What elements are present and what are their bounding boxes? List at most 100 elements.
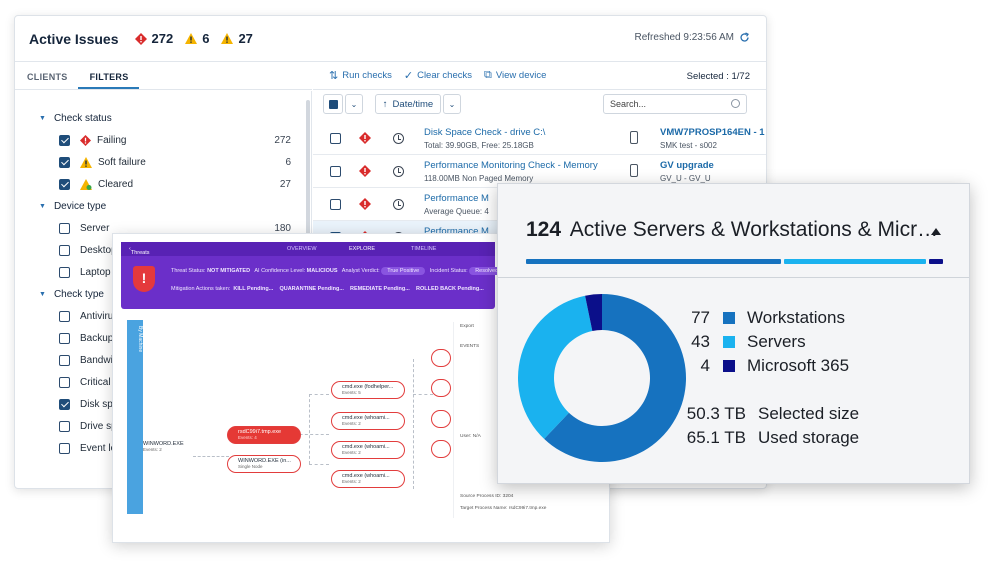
checkbox[interactable] xyxy=(59,266,70,278)
tab-explore[interactable]: EXPLORE xyxy=(349,246,375,252)
failing-count[interactable]: 272 xyxy=(134,31,174,46)
legend-value: 77 xyxy=(691,308,710,327)
checkbox[interactable] xyxy=(59,178,70,190)
filter-soft-failure[interactable]: Soft failure 6 xyxy=(59,151,291,173)
node-child[interactable] xyxy=(431,410,451,428)
action-rollback: ROLLED BACK Pending... xyxy=(415,286,484,292)
filter-label: Laptop xyxy=(80,266,111,278)
chevron-down-icon: ⌄ xyxy=(448,99,456,109)
run-icon: ⇅ xyxy=(329,70,339,82)
table-row[interactable]: Disk Space Check - drive C:\ Total: 39.90… xyxy=(313,122,766,155)
checkbox[interactable] xyxy=(59,376,70,388)
device-detail: GV_U - GV_U xyxy=(660,174,711,183)
failing-icon xyxy=(80,134,91,146)
tab-timeline[interactable]: TIMELINE xyxy=(411,246,436,252)
back-label: Threats xyxy=(130,250,150,256)
view-device-label: View device xyxy=(495,70,547,81)
row-checkbox[interactable] xyxy=(330,199,341,210)
node-cmd-4[interactable]: cmd.exe (whoami... Events: 2 xyxy=(331,470,405,488)
export-link[interactable]: Export xyxy=(460,324,474,329)
bar-segment-workstations[interactable] xyxy=(526,259,781,264)
stat-used-storage: 65.1 TB Used storage xyxy=(498,426,859,450)
checkbox[interactable] xyxy=(59,354,70,366)
clear-checks-button[interactable]: ✓ Clear checks xyxy=(404,69,472,82)
node-child[interactable] xyxy=(431,440,451,458)
node-winword-second[interactable]: WINWORD.EXE (in... Single Node xyxy=(227,455,301,473)
cleared-warning-icon xyxy=(221,33,234,44)
verdict-select[interactable]: True Positive xyxy=(381,267,426,275)
bar-segment-microsoft-365[interactable] xyxy=(928,259,943,264)
search-input[interactable]: Search... xyxy=(603,94,747,114)
action-kill: KILL Pending... xyxy=(233,286,274,292)
checkbox[interactable] xyxy=(59,222,70,234)
node-child[interactable] xyxy=(431,379,451,397)
tab-clients[interactable]: CLIENTS xyxy=(15,62,78,89)
run-checks-button[interactable]: ⇅ Run checks xyxy=(329,69,392,82)
caret-down-icon: ▼ xyxy=(39,115,46,122)
select-all-checkbox[interactable] xyxy=(323,94,343,114)
edge xyxy=(413,359,414,489)
device-name[interactable]: GV upgrade xyxy=(660,160,714,171)
checkbox[interactable] xyxy=(59,442,70,454)
stage: Active Issues 272 6 27 Refreshed 9:23:56… xyxy=(0,0,1000,562)
card-count: 124 xyxy=(526,218,562,241)
row-checkbox[interactable] xyxy=(330,166,341,177)
checkbox[interactable] xyxy=(59,420,70,432)
group-check-status[interactable]: ▼ Check status xyxy=(39,113,112,124)
check-name[interactable]: Performance M xyxy=(424,193,489,204)
status-value: NOT MITIGATED xyxy=(207,268,251,274)
device-name[interactable]: VMW7PROSP164EN - 1 xyxy=(660,127,765,138)
group-label: Device type xyxy=(53,201,107,212)
warning-icon xyxy=(185,33,198,44)
tab-filters[interactable]: FILTERS xyxy=(77,62,139,89)
collapse-icon[interactable] xyxy=(931,228,941,235)
check-name[interactable]: Performance Monitoring Check - Memory xyxy=(424,160,598,171)
back-link[interactable]: ‹ Threats xyxy=(129,246,150,256)
checkbox[interactable] xyxy=(59,244,70,256)
checkbox[interactable] xyxy=(59,398,70,410)
node-winword[interactable]: WINWORD.EXE Events: 2 xyxy=(143,441,184,452)
cleared-count[interactable]: 27 xyxy=(221,31,253,46)
selected-count: Selected : 1/72 xyxy=(686,71,750,82)
group-device-type[interactable]: ▼ Device type xyxy=(39,201,107,212)
storage-card: 124 Active Servers & Workstations & Micr… xyxy=(497,183,970,484)
row-checkbox[interactable] xyxy=(330,133,341,144)
filter-label: Event lo xyxy=(80,442,117,454)
failing-count-value: 272 xyxy=(151,31,174,46)
group-check-type[interactable]: ▼ Check type xyxy=(39,289,104,300)
sort-date-button[interactable]: ↑ Date/time xyxy=(375,94,441,114)
checkbox[interactable] xyxy=(59,134,70,146)
checkbox[interactable] xyxy=(59,310,70,322)
node-child[interactable] xyxy=(431,349,451,367)
filter-count: 272 xyxy=(274,134,291,146)
node-malicious[interactable]: rsdC99i7.tmp.exe Events: 4 xyxy=(227,426,301,444)
node-cmd-3[interactable]: cmd.exe (whoami... Events: 2 xyxy=(331,441,405,459)
bar-segment-servers[interactable] xyxy=(783,259,926,264)
node-cmd-2[interactable]: cmd.exe (whoami... Events: 2 xyxy=(331,412,405,430)
checkbox[interactable] xyxy=(59,156,70,168)
node-events: Events: 5 xyxy=(342,390,361,395)
select-menu-button[interactable]: ⌄ xyxy=(345,94,363,114)
filter-count: 6 xyxy=(285,156,291,168)
view-device-button[interactable]: ⧉ View device xyxy=(484,69,546,82)
sort-menu-button[interactable]: ⌄ xyxy=(443,94,461,114)
threat-banner: ‹ Threats OVERVIEW EXPLORE TIMELINE ! Th… xyxy=(121,242,505,309)
node-cmd-1[interactable]: cmd.exe (fodhelper... Events: 5 xyxy=(331,381,405,399)
soft-failure-count[interactable]: 6 xyxy=(185,31,209,46)
laptop-icon xyxy=(630,131,638,144)
filter-failing[interactable]: Failing 272 xyxy=(59,129,291,151)
tab-overview[interactable]: OVERVIEW xyxy=(287,246,317,252)
confidence-value: MALICIOUS xyxy=(306,268,338,274)
by-machine-tab[interactable]: By Machine xyxy=(127,320,143,514)
filter-count: 180 xyxy=(274,222,291,234)
refresh-icon[interactable] xyxy=(739,32,750,43)
checkbox[interactable] xyxy=(59,332,70,344)
threat-status-line: Threat Status: NOT MITIGATED AI Confiden… xyxy=(171,267,505,275)
check-name[interactable]: Disk Space Check - drive C:\ xyxy=(424,127,545,138)
filter-label: Bandwi xyxy=(80,354,113,366)
device-icon: ⧉ xyxy=(484,69,492,81)
select-all-indicator xyxy=(328,99,338,109)
legend-label: Microsoft 365 xyxy=(747,356,850,375)
filter-cleared[interactable]: Cleared 27 xyxy=(59,173,291,195)
sort-bar: ⌄ ↑ Date/time ⌄ Search... xyxy=(313,91,766,121)
